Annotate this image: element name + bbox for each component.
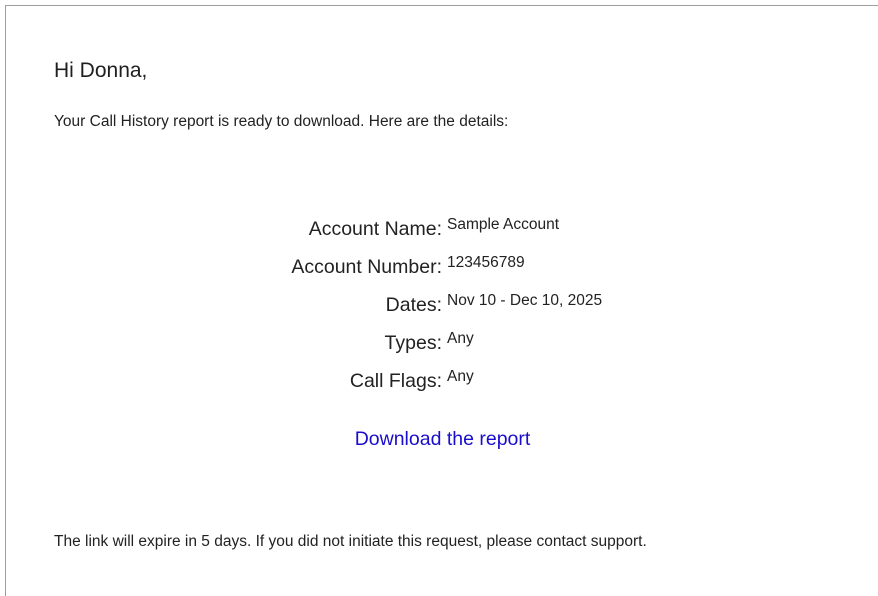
detail-value: Any (447, 330, 474, 347)
report-details: Account Name: Sample Account Account Num… (6, 214, 878, 404)
download-report-link[interactable]: Download the report (355, 428, 531, 450)
detail-value: Sample Account (447, 216, 560, 233)
detail-row-call-flags: Call Flags: Any (6, 366, 878, 404)
detail-row-types: Types: Any (6, 328, 878, 366)
detail-row-dates: Dates: Nov 10 - Dec 10, 2025 (6, 290, 878, 328)
detail-value: Any (447, 368, 474, 385)
detail-row-account-name: Account Name: Sample Account (6, 214, 878, 252)
expiry-note: The link will expire in 5 days. If you d… (54, 533, 647, 550)
email-body: Hi Donna, Your Call History report is re… (5, 5, 878, 596)
detail-value: 123456789 (447, 254, 525, 271)
detail-label: Types: (384, 332, 442, 354)
detail-value: Nov 10 - Dec 10, 2025 (447, 292, 603, 309)
greeting: Hi Donna, (54, 59, 148, 82)
detail-row-account-number: Account Number: 123456789 (6, 252, 878, 290)
detail-label: Account Number: (291, 256, 442, 278)
detail-label: Call Flags: (349, 370, 442, 392)
download-link-container: Download the report (6, 426, 878, 452)
detail-label: Dates: (385, 294, 442, 316)
detail-label: Account Name: (308, 218, 442, 240)
intro-text: Your Call History report is ready to dow… (54, 113, 509, 130)
